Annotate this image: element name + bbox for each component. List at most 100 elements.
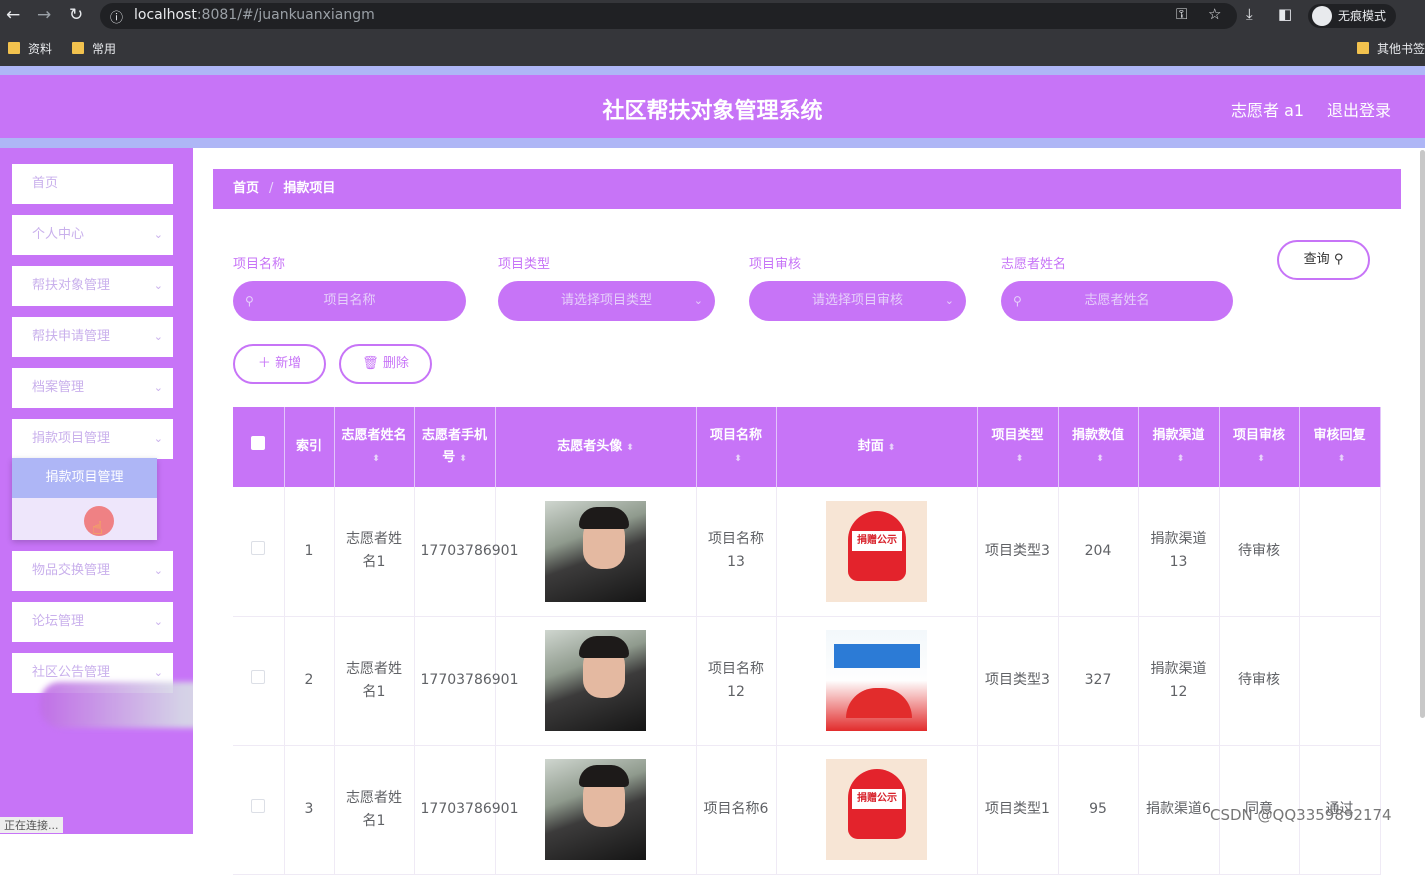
- sort-icon[interactable]: ⬍: [626, 443, 634, 453]
- volunteer-name-input[interactable]: ⚲ 志愿者姓名: [1001, 281, 1233, 321]
- cell-select: [233, 487, 285, 617]
- volunteer-name-placeholder: 志愿者姓名: [1084, 293, 1150, 308]
- donation-projects-table: 索引 志愿者姓名⬍ 志愿者手机号 ⬍ 志愿者头像 ⬍ 项目名称 ⬍ 封面 ⬍ 项目类型 ⬍…: [233, 407, 1381, 875]
- chevron-down-icon: ⌄: [153, 381, 163, 394]
- hand-cursor-icon: ☝: [92, 518, 103, 539]
- row-checkbox[interactable]: [251, 799, 266, 813]
- sidebar-item-donation-projects[interactable]: 捐款项目管理 ⌄: [12, 419, 173, 459]
- cell-project-type: 项目类型3: [977, 487, 1059, 617]
- incognito-badge[interactable]: 无痕模式: [1308, 4, 1396, 28]
- sort-icon[interactable]: ⬍: [1177, 454, 1185, 464]
- project-review-placeholder: 请选择项目审核: [811, 293, 903, 308]
- sidebar-item-label: 帮扶对象管理: [32, 278, 111, 293]
- select-all-checkbox[interactable]: [251, 436, 266, 450]
- table-header-row: 索引 志愿者姓名⬍ 志愿者手机号 ⬍ 志愿者头像 ⬍ 项目名称 ⬍ 封面 ⬍ 项目类型 ⬍…: [233, 407, 1381, 487]
- project-name-input[interactable]: ⚲ 项目名称: [233, 281, 466, 321]
- breadcrumb-home[interactable]: 首页: [233, 181, 259, 196]
- col-review[interactable]: 项目审核 ⬍: [1219, 407, 1300, 487]
- row-checkbox[interactable]: [251, 670, 266, 684]
- donation-submenu: 捐款项目管理: [12, 458, 157, 540]
- sidebar-item-assist-targets[interactable]: 帮扶对象管理 ⌄: [12, 266, 173, 306]
- add-button[interactable]: ＋ 新增: [233, 344, 326, 384]
- sort-icon[interactable]: ⬍: [1096, 454, 1104, 464]
- sidebar-item-profile[interactable]: 个人中心 ⌄: [12, 215, 173, 255]
- sort-icon[interactable]: ⬍: [1016, 454, 1024, 464]
- chevron-down-icon: ⌄: [153, 330, 163, 343]
- col-project-type[interactable]: 项目类型 ⬍: [977, 407, 1059, 487]
- breadcrumb-current: 捐款项目: [283, 181, 336, 196]
- volunteer-avatar: [545, 630, 646, 731]
- col-label: 项目审核: [1232, 427, 1285, 443]
- submenu-item-donation-projects[interactable]: 捐款项目管理: [12, 458, 157, 498]
- table-row[interactable]: 3 志愿者姓名1 17703786901 项目名称6 捐赠公示 项目类型1 95 捐款渠道6 同…: [233, 745, 1381, 875]
- delete-label: 删除: [382, 356, 409, 371]
- folder-icon: [1357, 42, 1369, 54]
- site-info-icon[interactable]: ⓘ: [110, 7, 123, 26]
- cell-reply: [1299, 616, 1381, 746]
- table-row[interactable]: 1 志愿者姓名1 17703786901 项目名称13 捐赠公示 项目类型3 204 捐款渠道…: [233, 487, 1381, 617]
- sidepanel-icon[interactable]: ◧: [1278, 5, 1292, 23]
- sort-icon[interactable]: ⬍: [1338, 454, 1346, 464]
- sidebar-item-forum[interactable]: 论坛管理 ⌄: [12, 602, 173, 642]
- cover-ribbon: [846, 688, 912, 718]
- cell-project-name: 项目名称13: [696, 487, 777, 617]
- col-amount[interactable]: 捐款数值 ⬍: [1058, 407, 1139, 487]
- bookmark-folder-2[interactable]: 常用: [72, 40, 116, 57]
- sidebar-item-label: 捐款项目管理: [32, 431, 111, 446]
- col-volunteer-name[interactable]: 志愿者姓名 ⬍: [334, 407, 415, 487]
- cell-project-name: 项目名称6: [696, 745, 777, 875]
- col-channel[interactable]: 捐款渠道 ⬍: [1138, 407, 1220, 487]
- project-review-select[interactable]: 请选择项目审核 ⌄: [749, 281, 966, 321]
- cell-volunteer-phone: 17703786901: [414, 487, 518, 617]
- bookmark-folder-1[interactable]: 资料: [8, 40, 52, 57]
- page-scrollbar[interactable]: [1420, 150, 1425, 718]
- star-icon[interactable]: ☆: [1208, 5, 1221, 23]
- cell-review: 待审核: [1219, 487, 1300, 617]
- col-cover[interactable]: 封面 ⬍: [776, 407, 978, 487]
- cell-index: 2: [284, 616, 335, 746]
- project-type-label: 项目类型: [498, 257, 551, 272]
- current-user: 志愿者 a1: [1231, 101, 1305, 120]
- delete-button[interactable]: 🗑 删除: [339, 344, 432, 384]
- cell-reply: [1299, 487, 1381, 617]
- address-bar[interactable]: ⓘ localhost:8081/#/juankuanxiangm: [100, 3, 1237, 29]
- row-checkbox[interactable]: [251, 540, 266, 555]
- col-volunteer-avatar[interactable]: 志愿者头像 ⬍: [495, 407, 697, 487]
- sidebar-item-label: 社区公告管理: [32, 665, 111, 680]
- sidebar-item-item-exchange[interactable]: 物品交换管理 ⌄: [12, 551, 173, 591]
- chevron-down-icon: ⌄: [944, 294, 954, 307]
- back-icon[interactable]: ←: [6, 5, 20, 25]
- col-label: 项目类型: [991, 427, 1044, 443]
- cell-project-type: 项目类型1: [977, 745, 1059, 875]
- other-bookmarks[interactable]: 其他书签: [1357, 40, 1425, 57]
- col-volunteer-phone[interactable]: 志愿者手机号 ⬍: [414, 407, 496, 487]
- logout-link[interactable]: 退出登录: [1327, 97, 1391, 121]
- reload-icon[interactable]: ↻: [69, 5, 83, 25]
- sidebar-item-assist-applications[interactable]: 帮扶申请管理 ⌄: [12, 317, 173, 357]
- sort-icon[interactable]: ⬍: [734, 454, 742, 464]
- sort-icon[interactable]: ⬍: [1257, 454, 1265, 464]
- table-row[interactable]: 2 志愿者姓名1 17703786901 项目名称12 项目类型3 327 捐款渠道12 待审…: [233, 616, 1381, 746]
- sort-icon[interactable]: ⬍: [888, 443, 896, 453]
- browser-chrome: ← → ↻ ⓘ localhost:8081/#/juankuanxiangm …: [0, 0, 1425, 66]
- cell-volunteer-name: 志愿者姓名1: [334, 487, 415, 617]
- col-label: 封面: [857, 438, 884, 454]
- forward-icon[interactable]: →: [37, 5, 51, 25]
- sidebar-item-home[interactable]: 首页: [12, 164, 173, 204]
- cell-index: 1: [284, 487, 335, 617]
- key-icon[interactable]: ⚿: [1176, 5, 1187, 23]
- browser-status: 正在连接...: [0, 817, 63, 833]
- sidebar-item-archives[interactable]: 档案管理 ⌄: [12, 368, 173, 408]
- sort-icon[interactable]: ⬍: [372, 454, 380, 464]
- col-reply[interactable]: 审核回复 ⬍: [1299, 407, 1381, 487]
- cover-band: [834, 644, 920, 668]
- cell-volunteer-phone: 17703786901: [414, 745, 518, 875]
- project-cover-image: [826, 630, 927, 731]
- project-type-select[interactable]: 请选择项目类型 ⌄: [498, 281, 715, 321]
- query-button[interactable]: 查询 ⚲: [1277, 240, 1370, 280]
- query-label: 查询: [1303, 252, 1330, 267]
- col-project-name[interactable]: 项目名称 ⬍: [696, 407, 777, 487]
- sort-icon[interactable]: ⬍: [459, 454, 467, 464]
- download-icon[interactable]: ⤓: [1246, 5, 1253, 23]
- cell-channel: 捐款渠道13: [1138, 487, 1220, 617]
